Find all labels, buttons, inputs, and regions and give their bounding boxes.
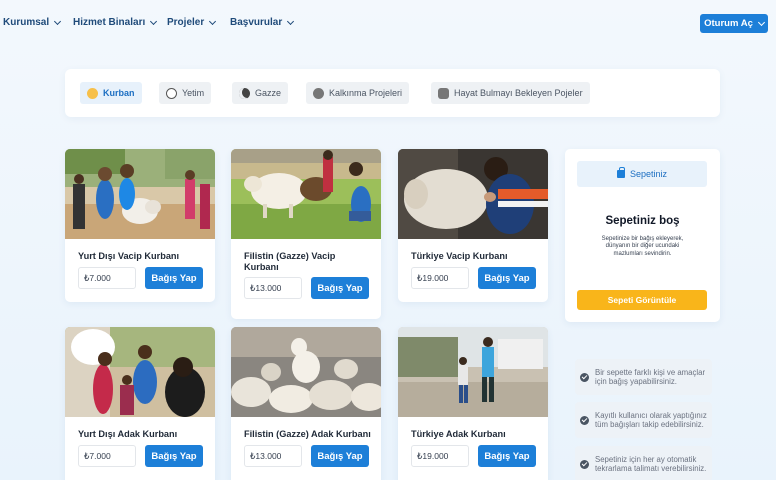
chevron-down-icon: [150, 17, 158, 25]
donate-button[interactable]: Bağış Yap: [478, 267, 536, 289]
product-card: Yurt Dışı Adak Kurbanı ₺7.000 Bağış Yap: [65, 327, 215, 480]
shopping-bag-icon: [616, 167, 625, 178]
donate-button[interactable]: Bağış Yap: [478, 445, 536, 467]
category-label: Kurban: [103, 88, 135, 98]
product-image: [65, 149, 215, 239]
nav-projeler[interactable]: Projeler: [167, 17, 217, 28]
donate-button[interactable]: Bağış Yap: [311, 277, 369, 299]
info-text: Bir sepette farklı kişi ve amaçlar için …: [595, 367, 706, 386]
price-input[interactable]: ₺7.000: [78, 267, 136, 289]
donate-button[interactable]: Bağış Yap: [145, 267, 203, 289]
price-input[interactable]: ₺19.000: [411, 445, 469, 467]
cart-empty-title: Sepetiniz boş: [605, 215, 680, 227]
cart-panel: Sepetiniz Sepetiniz boş Sepetinize bir b…: [565, 149, 720, 322]
donate-button[interactable]: Bağış Yap: [145, 445, 203, 467]
product-title: Yurt Dışı Vacip Kurbanı: [78, 251, 180, 261]
check-circle-icon: [580, 415, 589, 425]
chevron-down-icon: [209, 17, 217, 25]
product-card: Filistin (Gazze) Vacip Kurbanı ₺13.000 B…: [231, 149, 381, 319]
category-label: Kalkınma Projeleri: [329, 88, 403, 98]
product-image: [231, 327, 381, 417]
nav-label: Hizmet Binaları: [73, 17, 146, 28]
product-title: Yurt Dışı Adak Kurbanı: [78, 429, 178, 439]
top-nav: Kurumsal Hizmet Binaları Projeler Başvur…: [0, 0, 776, 46]
login-label: Oturum Aç: [704, 18, 753, 29]
product-card: Türkiye Adak Kurbanı ₺19.000 Bağış Yap: [398, 327, 548, 480]
product-title: Filistin (Gazze) Adak Kurbanı: [244, 429, 371, 439]
info-item: Bir sepette farklı kişi ve amaçlar için …: [575, 359, 712, 395]
product-title: Türkiye Adak Kurbanı: [411, 429, 506, 439]
product-title: Türkiye Vacip Kurbanı: [411, 251, 508, 261]
kurban-icon: [87, 87, 98, 99]
product-card: Yurt Dışı Vacip Kurbanı ₺7.000 Bağış Yap: [65, 149, 215, 302]
view-cart-button[interactable]: Sepeti Görüntüle: [577, 290, 707, 310]
product-image: [65, 327, 215, 417]
cart-tab[interactable]: Sepetiniz: [577, 161, 707, 187]
nav-basvurular[interactable]: Başvurular: [230, 17, 295, 28]
category-bar: Kurban Yetim Gazze Kalkınma Projeleri Ha…: [65, 69, 720, 117]
category-gazze[interactable]: Gazze: [232, 82, 289, 104]
product-image: [398, 149, 548, 239]
hands-icon: [438, 87, 449, 99]
nav-kurumsal[interactable]: Kurumsal: [3, 17, 62, 28]
check-circle-icon: [580, 459, 589, 469]
cart-empty-text: Sepetinize bir bağış ekleyerek, dünyanın…: [601, 236, 684, 257]
info-item: Kayıtlı kullanıcı olarak yaptığınız tüm …: [575, 402, 712, 438]
nav-hizmet-binalari[interactable]: Hizmet Binaları: [73, 17, 158, 28]
category-kalkinma[interactable]: Kalkınma Projeleri: [306, 82, 410, 104]
category-kurban[interactable]: Kurban: [80, 82, 142, 104]
product-title: Filistin (Gazze) Vacip Kurbanı: [244, 251, 336, 272]
category-hayat-bulmayi[interactable]: Hayat Bulmayı Bekleyen Pojeler: [431, 82, 590, 104]
cart-tab-label: Sepetiniz: [629, 169, 668, 179]
nav-label: Başvurular: [230, 17, 283, 28]
yetim-icon: [166, 87, 177, 99]
chevron-down-icon: [287, 17, 295, 25]
product-image: [231, 149, 381, 239]
info-text: Sepetiniz için her ay otomatik tekrarlam…: [595, 454, 707, 473]
price-input[interactable]: ₺7.000: [78, 445, 136, 467]
chevron-down-icon: [757, 18, 765, 26]
category-yetim[interactable]: Yetim: [159, 82, 212, 104]
login-button[interactable]: Oturum Aç: [700, 14, 768, 33]
chevron-down-icon: [54, 17, 62, 25]
nav-label: Kurumsal: [3, 17, 50, 28]
crescent-icon: [239, 87, 250, 99]
nav-label: Projeler: [167, 17, 205, 28]
check-circle-icon: [580, 372, 589, 382]
people-icon: [313, 87, 324, 99]
product-card: Türkiye Vacip Kurbanı ₺19.000 Bağış Yap: [398, 149, 548, 302]
price-input[interactable]: ₺13.000: [244, 445, 302, 467]
category-label: Gazze: [255, 88, 282, 98]
info-item: Sepetiniz için her ay otomatik tekrarlam…: [575, 446, 712, 480]
category-label: Hayat Bulmayı Bekleyen Pojeler: [454, 88, 583, 98]
category-label: Yetim: [182, 88, 205, 98]
price-input[interactable]: ₺13.000: [244, 277, 302, 299]
product-image: [398, 327, 548, 417]
info-text: Kayıtlı kullanıcı olarak yaptığınız tüm …: [595, 410, 707, 429]
price-input[interactable]: ₺19.000: [411, 267, 469, 289]
product-card: Filistin (Gazze) Adak Kurbanı ₺13.000 Ba…: [231, 327, 381, 480]
donate-button[interactable]: Bağış Yap: [311, 445, 369, 467]
